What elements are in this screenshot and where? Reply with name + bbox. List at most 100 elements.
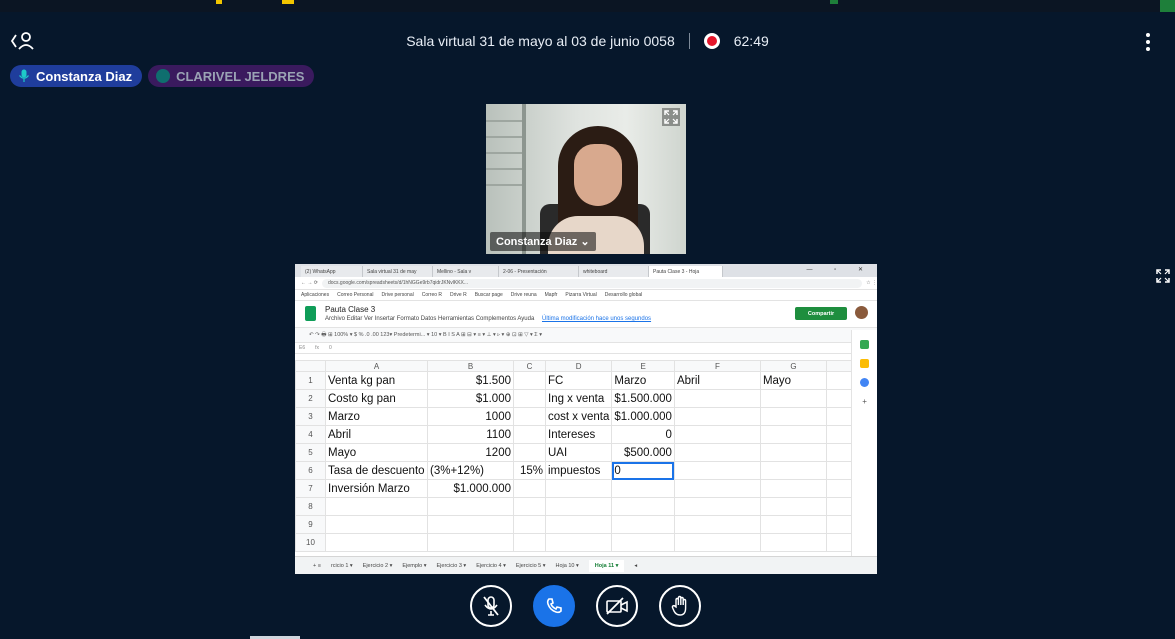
cell[interactable]: UAI <box>544 443 613 462</box>
column-header[interactable]: B <box>427 360 514 372</box>
bookmark[interactable]: Mapfr <box>545 292 558 298</box>
mute-microphone-button[interactable] <box>470 585 512 627</box>
row-header[interactable]: 9 <box>295 515 326 534</box>
row-header[interactable]: 5 <box>295 443 326 462</box>
sheet-tab[interactable]: Ejercicio 4 ▾ <box>476 563 506 569</box>
corner-cell[interactable] <box>295 360 326 372</box>
spreadsheet-grid[interactable]: A B C D E F G 1 Venta kg pan $1.500 FC M… <box>295 360 867 552</box>
cell[interactable] <box>325 515 428 534</box>
browser-tab[interactable]: (2) WhatsApp <box>301 266 363 277</box>
cell[interactable]: $500.000 <box>611 443 675 462</box>
tasks-icon[interactable] <box>860 378 869 387</box>
row-header[interactable]: 3 <box>295 407 326 426</box>
sheet-tab[interactable]: Ejercicio 3 ▾ <box>437 563 467 569</box>
selected-cell[interactable]: 0 <box>611 461 675 480</box>
expand-screen-icon[interactable] <box>1155 268 1171 284</box>
column-header[interactable]: G <box>759 360 827 372</box>
row-header[interactable]: 2 <box>295 389 326 408</box>
sheet-tab[interactable]: Ejemplo ▾ <box>402 563 426 569</box>
cell[interactable] <box>513 533 546 552</box>
keep-icon[interactable] <box>860 359 869 368</box>
browser-tab[interactable]: Sala virtual 31 de may <box>363 266 433 277</box>
sheet-tab[interactable]: rcicio 1 ▾ <box>331 563 353 569</box>
cell[interactable] <box>673 461 761 480</box>
cell[interactable]: FC <box>544 371 613 390</box>
sheet-tab[interactable]: Ejercicio 5 ▾ <box>516 563 546 569</box>
cell[interactable]: impuestos <box>544 461 613 480</box>
sheet-tab[interactable]: Hoja 10 ▾ <box>556 563 579 569</box>
cell[interactable] <box>673 533 761 552</box>
cell[interactable]: $1.000.000 <box>427 479 514 498</box>
cell[interactable] <box>673 497 761 516</box>
cell[interactable]: Abril <box>325 425 428 444</box>
cell[interactable]: 0 <box>611 425 675 444</box>
cell[interactable] <box>544 479 613 498</box>
bookmark[interactable]: Drive reuna <box>511 292 537 298</box>
row-header[interactable]: 1 <box>295 371 326 390</box>
share-button[interactable]: Compartir <box>795 307 847 320</box>
cell[interactable]: Marzo <box>611 371 675 390</box>
window-controls[interactable]: — ▫ ✕ <box>807 266 874 273</box>
cell[interactable] <box>759 407 827 426</box>
cell-reference[interactable]: E6 <box>299 345 305 351</box>
cell[interactable] <box>427 515 514 534</box>
cell[interactable] <box>759 461 827 480</box>
cell[interactable] <box>759 389 827 408</box>
nav-arrows-icon[interactable]: ← → ⟳ <box>301 280 318 286</box>
cell[interactable] <box>544 515 613 534</box>
doc-title[interactable]: Pauta Clase 3 <box>325 305 375 314</box>
cell[interactable] <box>759 443 827 462</box>
expand-icon[interactable] <box>662 108 680 126</box>
toggle-camera-button[interactable] <box>596 585 638 627</box>
cell[interactable] <box>673 425 761 444</box>
cell[interactable] <box>513 515 546 534</box>
cell[interactable] <box>611 515 675 534</box>
extensions-icon[interactable]: ☆ ⋮ <box>866 280 877 286</box>
bookmark[interactable]: Aplicaciones <box>301 292 329 298</box>
cell[interactable] <box>544 533 613 552</box>
cell[interactable]: Ing x venta <box>544 389 613 408</box>
cell[interactable] <box>611 479 675 498</box>
bookmark[interactable]: Pizarra Virtual <box>565 292 596 298</box>
bookmark[interactable]: Buscar page <box>475 292 503 298</box>
sheets-logo-icon[interactable] <box>305 306 316 321</box>
row-header[interactable]: 10 <box>295 533 326 552</box>
participant-chip-constanza[interactable]: Constanza Diaz <box>10 65 143 87</box>
bookmark[interactable]: Drive R <box>450 292 467 298</box>
cell[interactable] <box>611 533 675 552</box>
cell[interactable] <box>513 497 546 516</box>
cell[interactable] <box>759 479 827 498</box>
browser-tab[interactable]: Mellino - Sala v <box>433 266 499 277</box>
row-header[interactable]: 6 <box>295 461 326 480</box>
cell[interactable] <box>673 515 761 534</box>
shared-screen[interactable]: (2) WhatsApp Sala virtual 31 de may Mell… <box>295 264 877 574</box>
menu-items[interactable]: Archivo Editar Ver Insertar Formato Dato… <box>325 316 534 322</box>
row-header[interactable]: 7 <box>295 479 326 498</box>
cell[interactable]: Mayo <box>759 371 827 390</box>
cell[interactable] <box>513 443 546 462</box>
add-addon-icon[interactable]: + <box>860 397 869 406</box>
row-header[interactable]: 4 <box>295 425 326 444</box>
cell[interactable]: Abril <box>673 371 761 390</box>
column-header[interactable]: D <box>544 360 613 372</box>
cell[interactable]: Venta kg pan <box>325 371 428 390</box>
cell[interactable]: $1.500.000 <box>611 389 675 408</box>
cell[interactable]: 15% <box>513 461 546 480</box>
cell[interactable] <box>427 497 514 516</box>
raise-hand-button[interactable] <box>659 585 701 627</box>
cell[interactable] <box>544 497 613 516</box>
cell[interactable] <box>325 497 428 516</box>
bookmark[interactable]: Correo R <box>422 292 442 298</box>
add-sheet-button[interactable]: + ≡ <box>313 563 321 569</box>
sheets-toolbar[interactable]: ↶ ↷ 🖶 ⊞ 100% ▾ $ % .0 .00 123▾ Predeterm… <box>295 327 877 343</box>
cell[interactable]: $1.500 <box>427 371 514 390</box>
browser-tab-active[interactable]: Pauta Clase 3 - Hoja <box>649 266 723 277</box>
cell[interactable] <box>513 479 546 498</box>
more-options-icon[interactable] <box>1145 33 1151 51</box>
sheet-tab-active[interactable]: Hoja 11 ▾ <box>588 559 625 572</box>
webcam-name-label[interactable]: Constanza Diaz ⌄ <box>490 232 596 251</box>
column-header[interactable]: F <box>673 360 761 372</box>
cell[interactable] <box>427 533 514 552</box>
calendar-icon[interactable] <box>860 340 869 349</box>
cell[interactable]: Mayo <box>325 443 428 462</box>
